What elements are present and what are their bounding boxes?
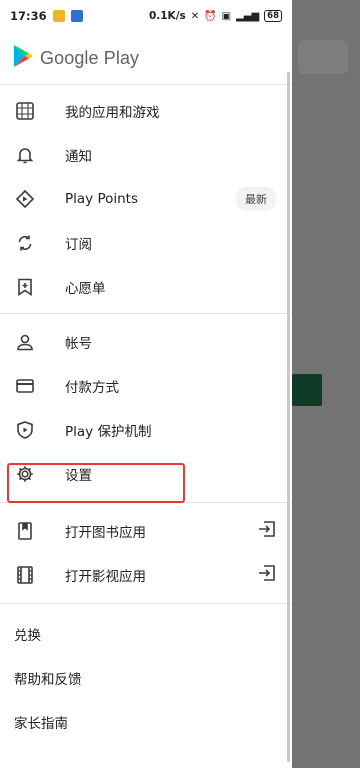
hd-icon: ▣ [221, 10, 232, 22]
notification-app-icon [52, 10, 65, 22]
open-external-icon[interactable] [258, 520, 276, 542]
drawer-header: Google Play [0, 32, 292, 84]
google-play-title: Google Play [40, 47, 140, 68]
film-icon [14, 564, 36, 586]
signal-icon: ▂▄▆ [236, 10, 260, 22]
shield-play-icon [14, 419, 36, 441]
menu-item-label: 付款方式 [65, 380, 119, 396]
book-icon [14, 520, 36, 542]
mute-icon: ✕ [190, 10, 200, 22]
menu-item-play-points[interactable]: Play Points 最新 [0, 177, 292, 221]
bookmark-plus-icon [14, 276, 36, 298]
settings-highlight-box [7, 463, 185, 503]
notification-app-icon-2 [70, 10, 83, 22]
credit-card-icon [14, 375, 36, 397]
menu-item-payment-methods[interactable]: 付款方式 [0, 364, 292, 408]
diamond-icon [14, 188, 36, 210]
battery-icon: 68 [264, 10, 282, 22]
open-external-icon[interactable] [258, 564, 276, 586]
menu-item-label: 心愿单 [65, 281, 106, 297]
status-right: 0.1K/s ✕ ⏰ ▣ ▂▄▆ 68 [149, 10, 282, 22]
menu-item-redeem[interactable]: 兑换 [0, 612, 292, 656]
background-button [292, 374, 322, 406]
menu-item-play-protect[interactable]: Play 保护机制 [0, 408, 292, 452]
menu-item-parent-guide[interactable]: 家长指南 [0, 700, 292, 744]
menu-item-label: 通知 [65, 149, 92, 165]
menu-item-notifications[interactable]: 通知 [0, 133, 292, 177]
menu-item-label: 我的应用和游戏 [65, 105, 160, 121]
net-speed: 0.1K/s [148, 10, 186, 22]
new-badge: 最新 [236, 187, 276, 211]
status-bar: 17:36 0.1K/s ✕ ⏰ ▣ ▂▄▆ 68 [0, 0, 292, 32]
navigation-drawer: Google Play 我的应用和游戏 通知 Play Points 最新 订阅… [0, 32, 292, 768]
refresh-icon [14, 232, 36, 254]
apps-grid-icon [14, 100, 36, 122]
menu-item-label: Play 保护机制 [65, 424, 152, 440]
menu-item-label: 打开影视应用 [65, 569, 146, 585]
menu-item-label: 帐号 [65, 336, 92, 352]
menu-item-help-feedback[interactable]: 帮助和反馈 [0, 656, 292, 700]
google-play-logo-icon [12, 44, 34, 72]
status-time: 17:36 [10, 9, 47, 23]
background-search-box [298, 40, 348, 74]
menu-item-account[interactable]: 帐号 [0, 320, 292, 364]
menu-item-my-apps[interactable]: 我的应用和游戏 [0, 89, 292, 133]
menu-item-wishlist[interactable]: 心愿单 [0, 265, 292, 309]
menu-item-open-movies[interactable]: 打开影视应用 [0, 553, 292, 597]
person-icon [14, 331, 36, 353]
menu-item-subscriptions[interactable]: 订阅 [0, 221, 292, 265]
bell-icon [14, 144, 36, 166]
alarm-icon: ⏰ [204, 10, 217, 22]
menu-item-label: Play Points [65, 191, 138, 207]
menu-item-open-books[interactable]: 打开图书应用 [0, 509, 292, 553]
menu-item-label: 订阅 [65, 237, 92, 253]
menu-item-label: 打开图书应用 [65, 525, 146, 541]
